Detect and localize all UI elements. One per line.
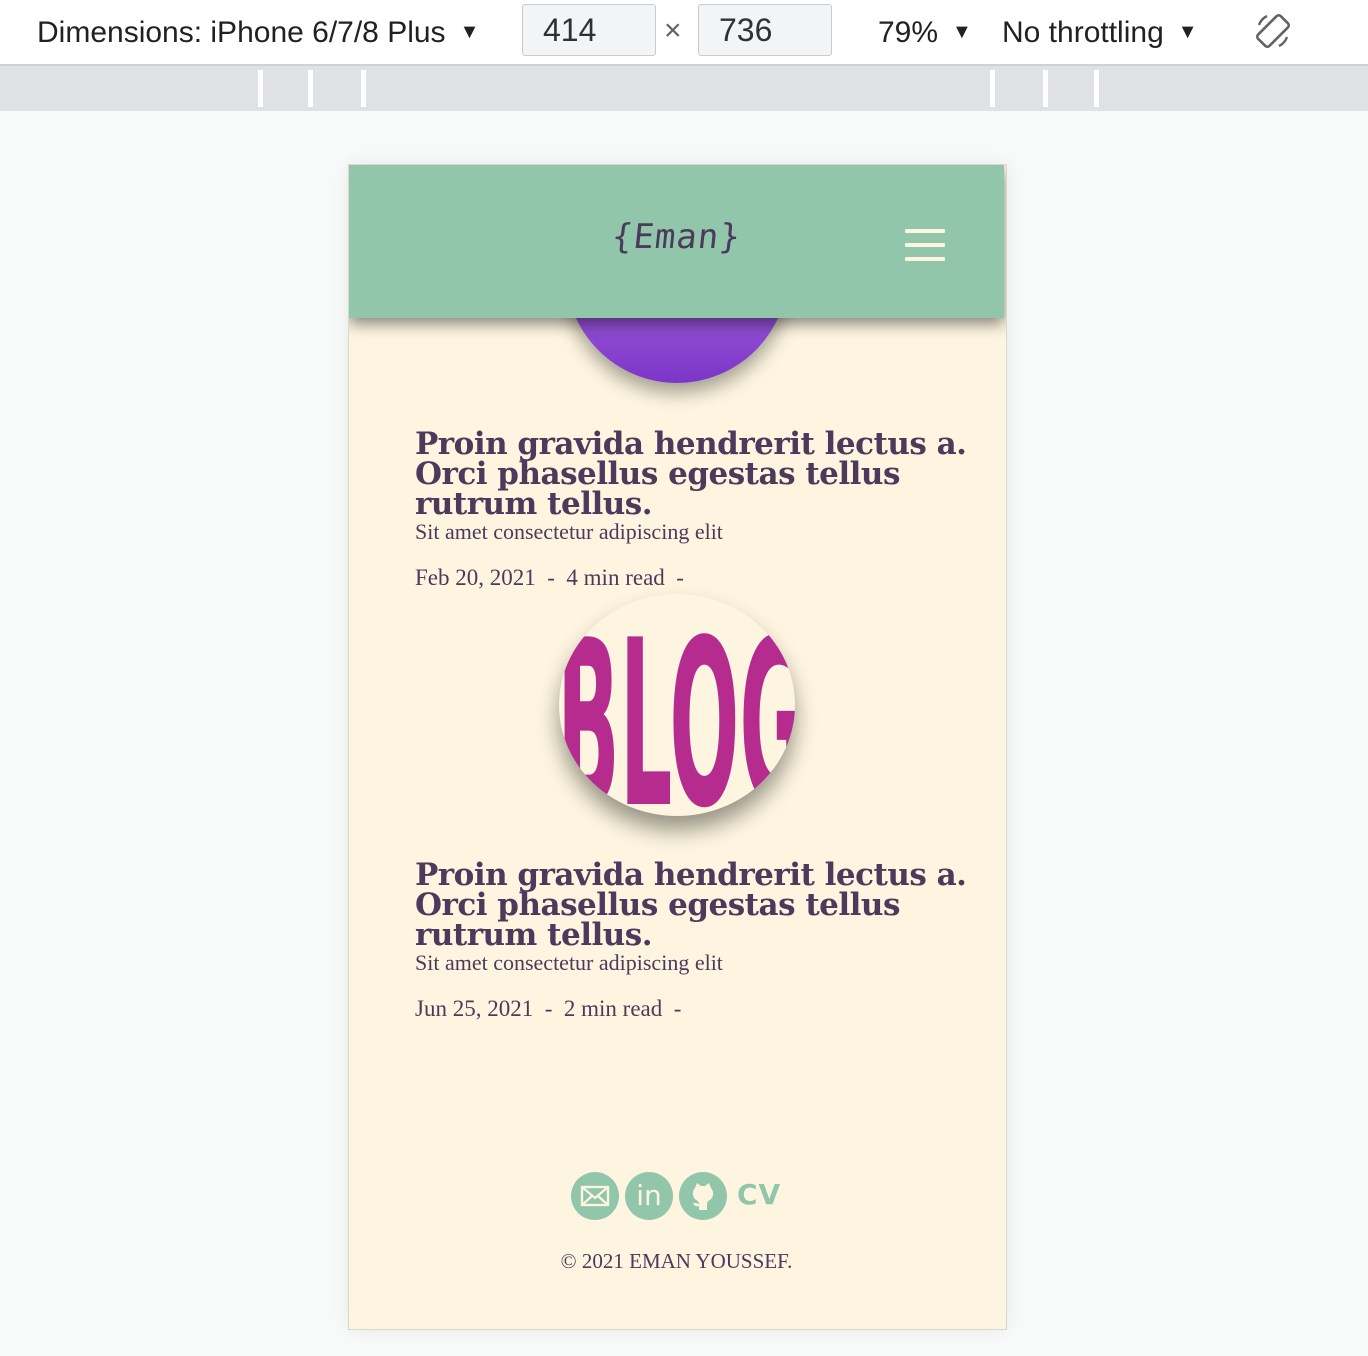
post-subtitle: Sit amet consectetur adipiscing elit [415,950,723,975]
throttling-label: No throttling [1002,16,1164,49]
linkedin-icon-glyph: in [636,1179,662,1212]
mail-icon-glyph [580,1185,610,1207]
ruler-marker [1043,70,1048,107]
ruler-marker [1094,70,1099,107]
dimension-separator: × [664,14,682,47]
meta-separator: - [544,996,553,1021]
meta-separator: - [673,996,682,1021]
post-title[interactable]: Proin gravida hendrerit lectus a. Orci p… [415,860,975,951]
post-read-time: 2 min read [563,996,663,1021]
post-read-time: 4 min read [566,565,665,590]
mail-icon[interactable] [571,1172,619,1220]
post-title[interactable]: Proin gravida hendrerit lectus a. Orci p… [415,429,975,520]
post-meta: Feb 20, 2021 - 4 min read - [415,565,975,591]
post-thumbnail-blog[interactable]: BLOG [559,594,795,816]
viewport-width-input[interactable]: 414 [522,4,656,56]
hamburger-line [905,229,945,233]
post-date: Jun 25, 2021 [415,996,534,1021]
device-viewport: {Eman} Proin gravida hendrerit lectus a.… [349,165,1006,1329]
device-dimensions-label: Dimensions: iPhone 6/7/8 Plus [37,16,446,49]
hamburger-line [905,257,945,261]
hamburger-line [905,243,945,247]
linkedin-icon[interactable]: in [625,1172,673,1220]
throttling-dropdown[interactable]: No throttling ▼ [1002,12,1198,53]
media-query-ruler[interactable] [0,66,1368,111]
device-dimensions-dropdown[interactable]: Dimensions: iPhone 6/7/8 Plus ▼ [37,12,479,53]
post-card: Proin gravida hendrerit lectus a. Orci p… [415,429,975,591]
site-header: {Eman} [349,165,1004,318]
chevron-down-icon: ▼ [459,21,480,43]
viewport-height-input[interactable]: 736 [698,4,832,56]
chevron-down-icon: ▼ [1177,21,1198,43]
post-subtitle: Sit amet consectetur adipiscing elit [415,519,723,544]
chevron-down-icon: ▼ [952,21,972,43]
hamburger-menu-icon[interactable] [905,229,945,263]
github-icon[interactable] [679,1172,727,1220]
post-card: Proin gravida hendrerit lectus a. Orci p… [415,860,975,1022]
cv-link[interactable]: CV [737,1178,781,1211]
blog-image-text: BLOG [559,594,795,816]
meta-separator: - [676,565,684,590]
ruler-marker [258,70,263,107]
ruler-marker [361,70,366,107]
device-toolbar: Dimensions: iPhone 6/7/8 Plus ▼ 414 × 736… [0,0,1368,66]
ruler-marker [308,70,313,107]
zoom-dropdown[interactable]: 79% ▼ [878,12,972,53]
github-icon-glyph [692,1183,714,1210]
post-meta: Jun 25, 2021 - 2 min read - [415,996,975,1022]
zoom-label: 79% [878,16,939,49]
blog-thumbnail-image: BLOG [559,594,795,816]
copyright-text: © 2021 EMAN YOUSSEF. [560,1249,793,1273]
post-date: Feb 20, 2021 [415,565,536,590]
meta-separator: - [547,565,555,590]
rotate-icon[interactable] [1253,11,1293,51]
linkedin-text: in [636,1179,662,1212]
ruler-marker [990,70,995,107]
